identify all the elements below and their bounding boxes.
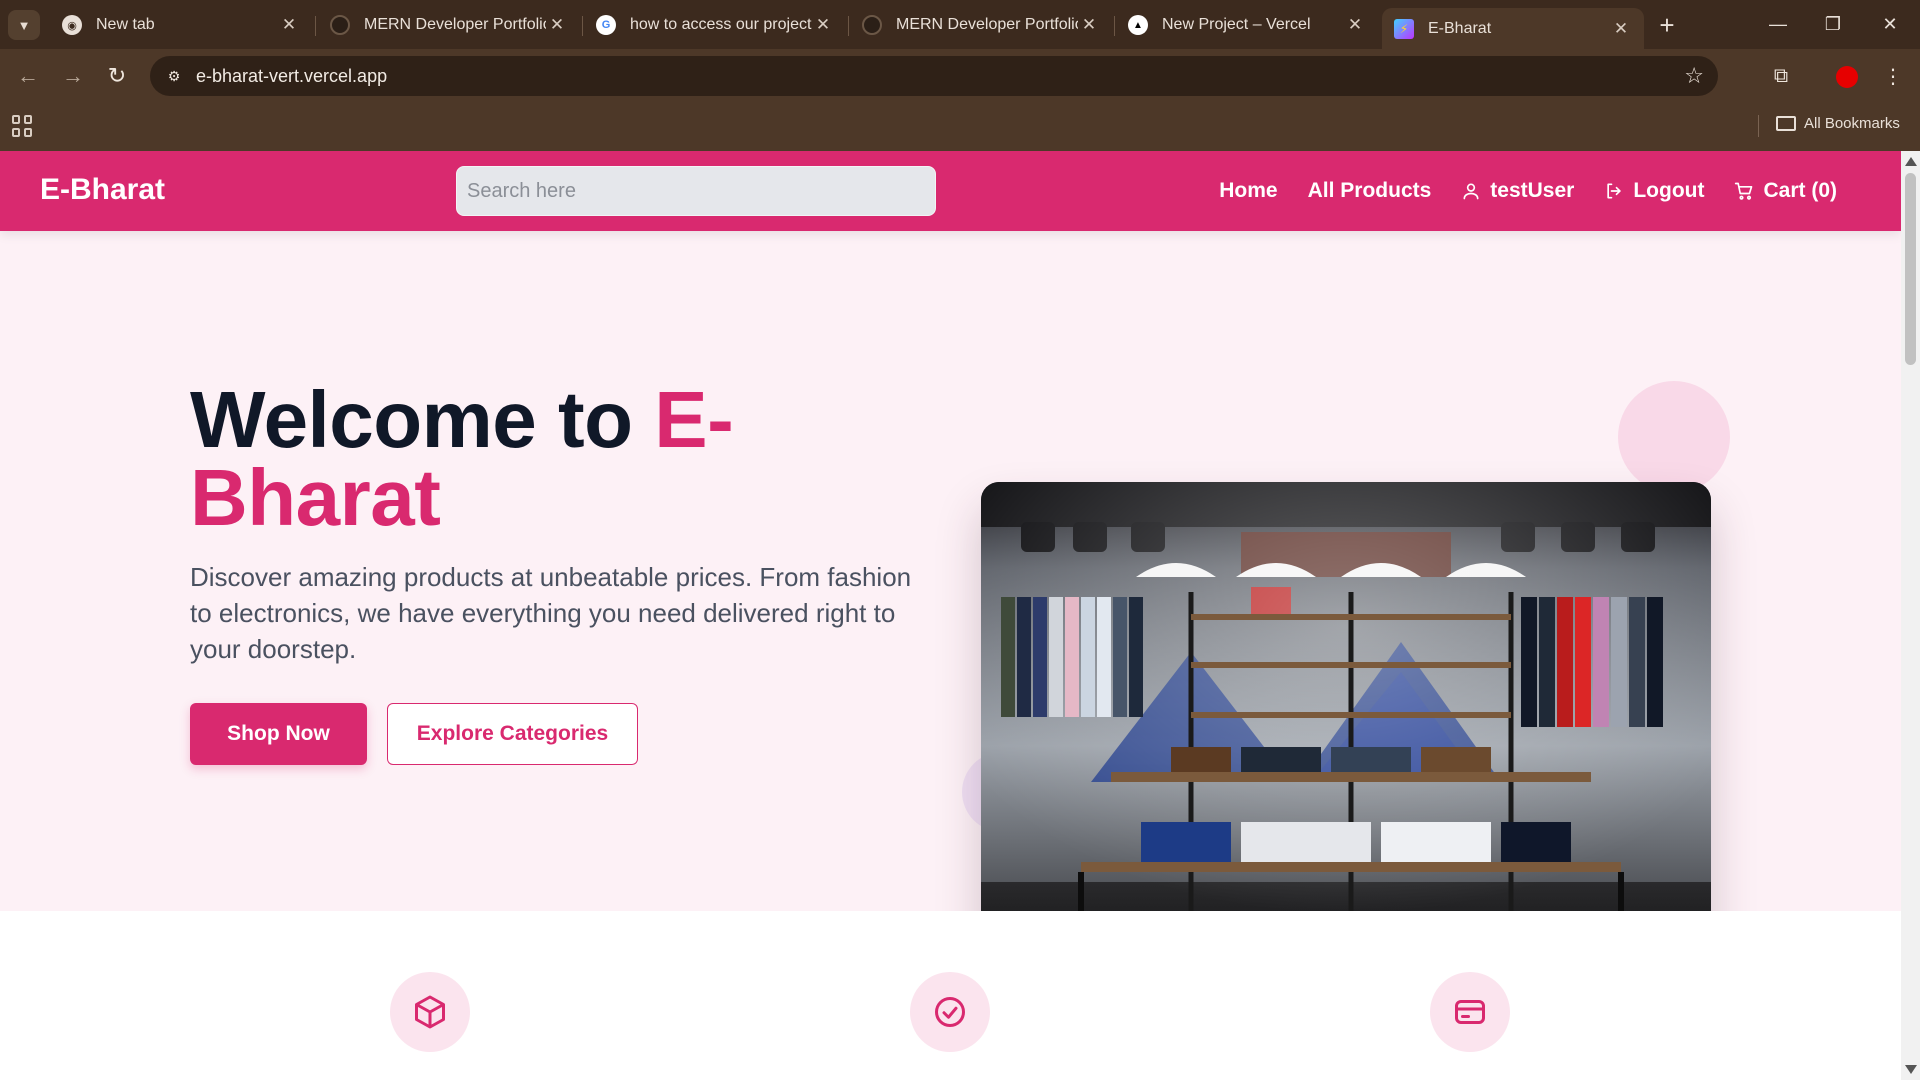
feature-icon-circle — [1430, 972, 1510, 1052]
clothing-store-illustration — [981, 482, 1711, 962]
user-icon — [1463, 183, 1479, 200]
browser-tab-active[interactable]: ⚡ E-Bharat ✕ — [1382, 8, 1644, 49]
features-section — [0, 911, 1901, 1080]
bookmarks-divider — [1758, 115, 1759, 137]
browser-tab-strip: ▼ ◉ New tab ✕ MERN Developer Portfolio ✕… — [0, 0, 1920, 49]
nav-cart-link[interactable]: Cart (0) — [1734, 179, 1837, 203]
close-icon[interactable]: ✕ — [278, 14, 300, 36]
logout-icon — [1607, 183, 1622, 199]
new-tab-button[interactable]: + — [1652, 10, 1682, 40]
feature-icon-circle — [390, 972, 470, 1052]
restore-button[interactable]: ❐ — [1813, 8, 1853, 40]
arrow-right-icon: → — [62, 63, 84, 88]
cart-icon — [1735, 182, 1753, 200]
puzzle-icon: ⧉ — [1773, 64, 1789, 87]
tab-divider — [582, 16, 583, 36]
tab-title: New tab — [96, 16, 155, 33]
github-icon — [862, 15, 882, 35]
close-window-button[interactable]: ✕ — [1870, 8, 1910, 40]
tab-title: MERN Developer Portfolio — [364, 16, 546, 33]
all-bookmarks-button[interactable]: All Bookmarks — [1776, 115, 1900, 132]
hero-section: Welcome to E-Bharat Discover amazing pro… — [0, 231, 1901, 962]
scroll-up-arrow[interactable] — [1905, 157, 1917, 166]
scrollbar-thumb[interactable] — [1905, 173, 1916, 365]
box-icon — [415, 995, 445, 1029]
chevron-down-icon: ▼ — [17, 17, 31, 33]
tab-search-button[interactable]: ▼ — [8, 10, 40, 40]
nav-logout-label: Logout — [1633, 179, 1705, 202]
vite-icon: ⚡ — [1394, 18, 1414, 39]
close-icon[interactable]: ✕ — [1610, 18, 1632, 40]
bookmark-star-icon[interactable]: ☆ — [1684, 63, 1704, 89]
site-navbar: E-Bharat Home All Products testUser Logo… — [0, 151, 1901, 231]
tab-title: New Project – Vercel — [1162, 16, 1311, 33]
nav-all-products-link[interactable]: All Products — [1308, 179, 1432, 203]
site-info-icon[interactable]: ⚙ — [162, 64, 186, 88]
check-circle-icon — [935, 997, 965, 1027]
nav-links: Home All Products testUser Logout Cart (… — [1219, 151, 1837, 231]
tab-divider — [315, 16, 316, 36]
address-bar[interactable]: ⚙ e-bharat-vert.vercel.app ☆ — [150, 56, 1718, 96]
reload-button[interactable]: ↻ — [101, 60, 133, 92]
tab-divider — [848, 16, 849, 36]
profile-avatar[interactable] — [1836, 66, 1858, 88]
nav-logout-link[interactable]: Logout — [1604, 179, 1704, 203]
hero-store-image — [981, 482, 1711, 962]
credit-card-icon — [1455, 1000, 1485, 1024]
reload-icon: ↻ — [107, 63, 127, 88]
page-scrollbar[interactable] — [1901, 151, 1920, 1080]
close-icon: ✕ — [1882, 13, 1898, 34]
close-icon[interactable]: ✕ — [1344, 14, 1366, 36]
decorative-circle — [1618, 381, 1730, 493]
hero-description: Discover amazing products at unbeatable … — [190, 562, 912, 664]
nav-home-link[interactable]: Home — [1219, 179, 1277, 203]
browser-tab[interactable]: MERN Developer Portfolio ✕ — [850, 8, 1112, 42]
browser-toolbar: ← → ↻ ⚙ e-bharat-vert.vercel.app ☆ ⧉ ⋮ — [0, 49, 1920, 101]
explore-categories-button[interactable]: Explore Categories — [387, 703, 638, 765]
browser-tab[interactable]: ◉ New tab ✕ — [50, 8, 312, 42]
close-icon[interactable]: ✕ — [546, 14, 568, 36]
close-icon[interactable]: ✕ — [1078, 14, 1100, 36]
minimize-button[interactable]: — — [1758, 8, 1798, 40]
forward-button[interactable]: → — [57, 60, 89, 92]
extensions-button[interactable]: ⧉ — [1766, 61, 1796, 91]
hero-title: Welcome to E-Bharat — [190, 380, 750, 538]
apps-grid-icon[interactable] — [12, 115, 34, 137]
scroll-down-arrow[interactable] — [1905, 1065, 1917, 1074]
browser-tab[interactable]: ▲ New Project – Vercel ✕ — [1116, 8, 1378, 42]
vercel-icon: ▲ — [1128, 15, 1148, 35]
nav-home-label: Home — [1219, 179, 1278, 202]
browser-tab[interactable]: G how to access our project on ✕ — [584, 8, 846, 42]
url-text[interactable]: e-bharat-vert.vercel.app — [196, 66, 387, 87]
restore-icon: ❐ — [1824, 13, 1842, 34]
browser-menu-button[interactable]: ⋮ — [1878, 61, 1908, 91]
tab-title: how to access our project on — [630, 16, 812, 33]
github-icon — [330, 15, 350, 35]
tab-title: E-Bharat — [1428, 19, 1492, 37]
nav-user-label: testUser — [1490, 179, 1575, 202]
folder-icon — [1776, 116, 1796, 131]
all-bookmarks-label: All Bookmarks — [1804, 115, 1900, 132]
browser-tab[interactable]: MERN Developer Portfolio ✕ — [318, 8, 580, 42]
nav-user-link[interactable]: testUser — [1461, 179, 1574, 203]
plus-icon: + — [1659, 9, 1675, 40]
kebab-menu-icon: ⋮ — [1883, 65, 1903, 88]
arrow-left-icon: ← — [17, 63, 39, 88]
nav-cart-label: Cart (0) — [1763, 179, 1837, 202]
chrome-icon: ◉ — [62, 15, 82, 35]
page-viewport: E-Bharat Home All Products testUser Logo… — [0, 151, 1901, 1080]
close-icon[interactable]: ✕ — [812, 14, 834, 36]
site-logo[interactable]: E-Bharat — [40, 173, 165, 207]
search-input[interactable] — [456, 166, 936, 216]
nav-all-products-label: All Products — [1307, 179, 1432, 202]
minimize-icon: — — [1769, 13, 1787, 34]
tab-title: MERN Developer Portfolio — [896, 16, 1078, 33]
bookmarks-bar: All Bookmarks — [0, 101, 1920, 151]
back-button[interactable]: ← — [12, 60, 44, 92]
shop-now-button[interactable]: Shop Now — [190, 703, 367, 765]
hero-title-main: Welcome to — [190, 375, 655, 464]
google-icon: G — [596, 15, 616, 35]
tab-divider — [1114, 16, 1115, 36]
feature-icon-circle — [910, 972, 990, 1052]
